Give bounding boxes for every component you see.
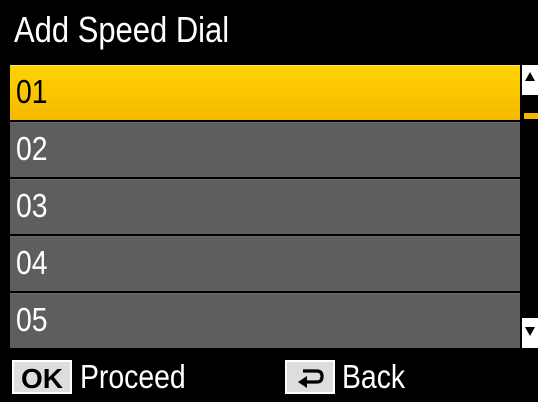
scroll-up-arrow-icon[interactable] (522, 65, 538, 95)
scroll-thumb[interactable] (524, 113, 538, 119)
list-item-label: 02 (16, 130, 48, 167)
list-item-01[interactable]: 01 (10, 65, 520, 120)
list-item-label: 04 (16, 244, 48, 281)
list-item-label: 03 (16, 187, 48, 224)
back-label: Back (342, 358, 406, 395)
list-item-label: 01 (16, 73, 48, 110)
list-item-03[interactable]: 03 (10, 179, 520, 234)
proceed-label: Proceed (80, 358, 186, 395)
scrollbar[interactable] (522, 65, 538, 348)
lcd-screen: Add Speed Dial 01 02 03 04 05 OK Proceed (0, 0, 538, 402)
button-guide-bar: OK Proceed Back (0, 352, 538, 402)
title-bar: Add Speed Dial (0, 0, 538, 62)
back-arrow-icon[interactable] (285, 360, 335, 394)
ok-key-icon[interactable]: OK (12, 360, 72, 394)
scroll-down-arrow-icon[interactable] (522, 318, 538, 348)
list-item-02[interactable]: 02 (10, 122, 520, 177)
list-item-label: 05 (16, 301, 48, 338)
list-item-04[interactable]: 04 (10, 236, 520, 291)
list-item-05[interactable]: 05 (10, 293, 520, 348)
screen-title: Add Speed Dial (14, 9, 230, 50)
speed-dial-list: 01 02 03 04 05 (10, 65, 520, 350)
